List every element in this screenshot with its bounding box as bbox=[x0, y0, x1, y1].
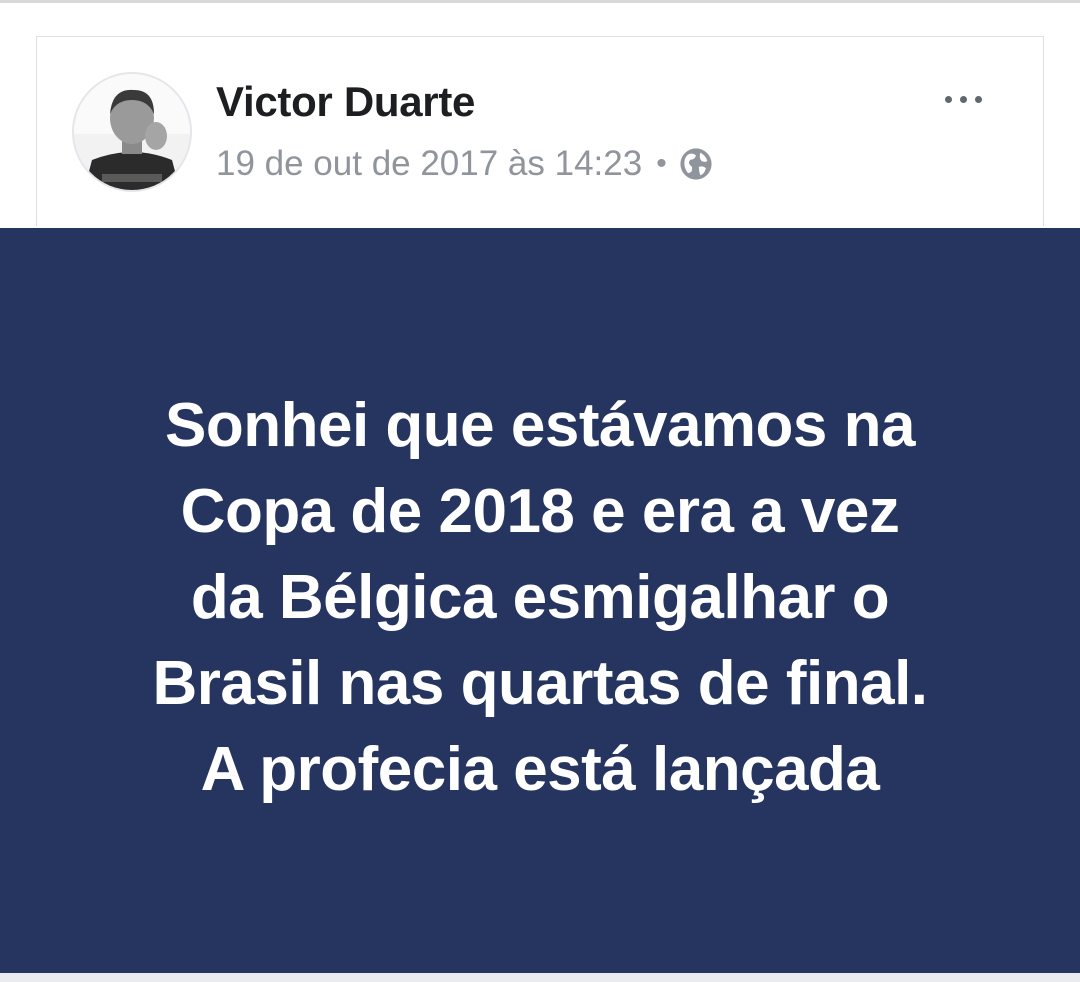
more-options-icon bbox=[944, 95, 952, 103]
post-text-line: Copa de 2018 e era a vez bbox=[180, 476, 900, 546]
meta-separator: • bbox=[656, 147, 667, 180]
globe-icon[interactable] bbox=[679, 147, 713, 181]
bottom-divider bbox=[0, 973, 1080, 982]
post-text: Sonhei que estávamos na Copa de 2018 e e… bbox=[60, 383, 1020, 813]
author-name[interactable]: Victor Duarte bbox=[216, 78, 475, 126]
post-text-line: Sonhei que estávamos na bbox=[165, 390, 915, 460]
post-background-card: Sonhei que estávamos na Copa de 2018 e e… bbox=[0, 228, 1080, 973]
post-meta: 19 de out de 2017 às 14:23 • bbox=[216, 142, 713, 186]
more-options-dot bbox=[959, 95, 967, 103]
author-avatar[interactable] bbox=[72, 72, 192, 192]
more-options-button[interactable] bbox=[930, 80, 996, 118]
avatar-photo bbox=[74, 74, 190, 190]
post-text-line: da Bélgica esmigalhar o bbox=[190, 562, 890, 632]
post-text-line: A profecia está lançada bbox=[200, 734, 880, 804]
post-text-line: Brasil nas quartas de final. bbox=[152, 648, 928, 718]
top-divider bbox=[0, 0, 1080, 3]
more-options-dot bbox=[974, 95, 982, 103]
post-timestamp[interactable]: 19 de out de 2017 às 14:23 bbox=[216, 144, 642, 184]
